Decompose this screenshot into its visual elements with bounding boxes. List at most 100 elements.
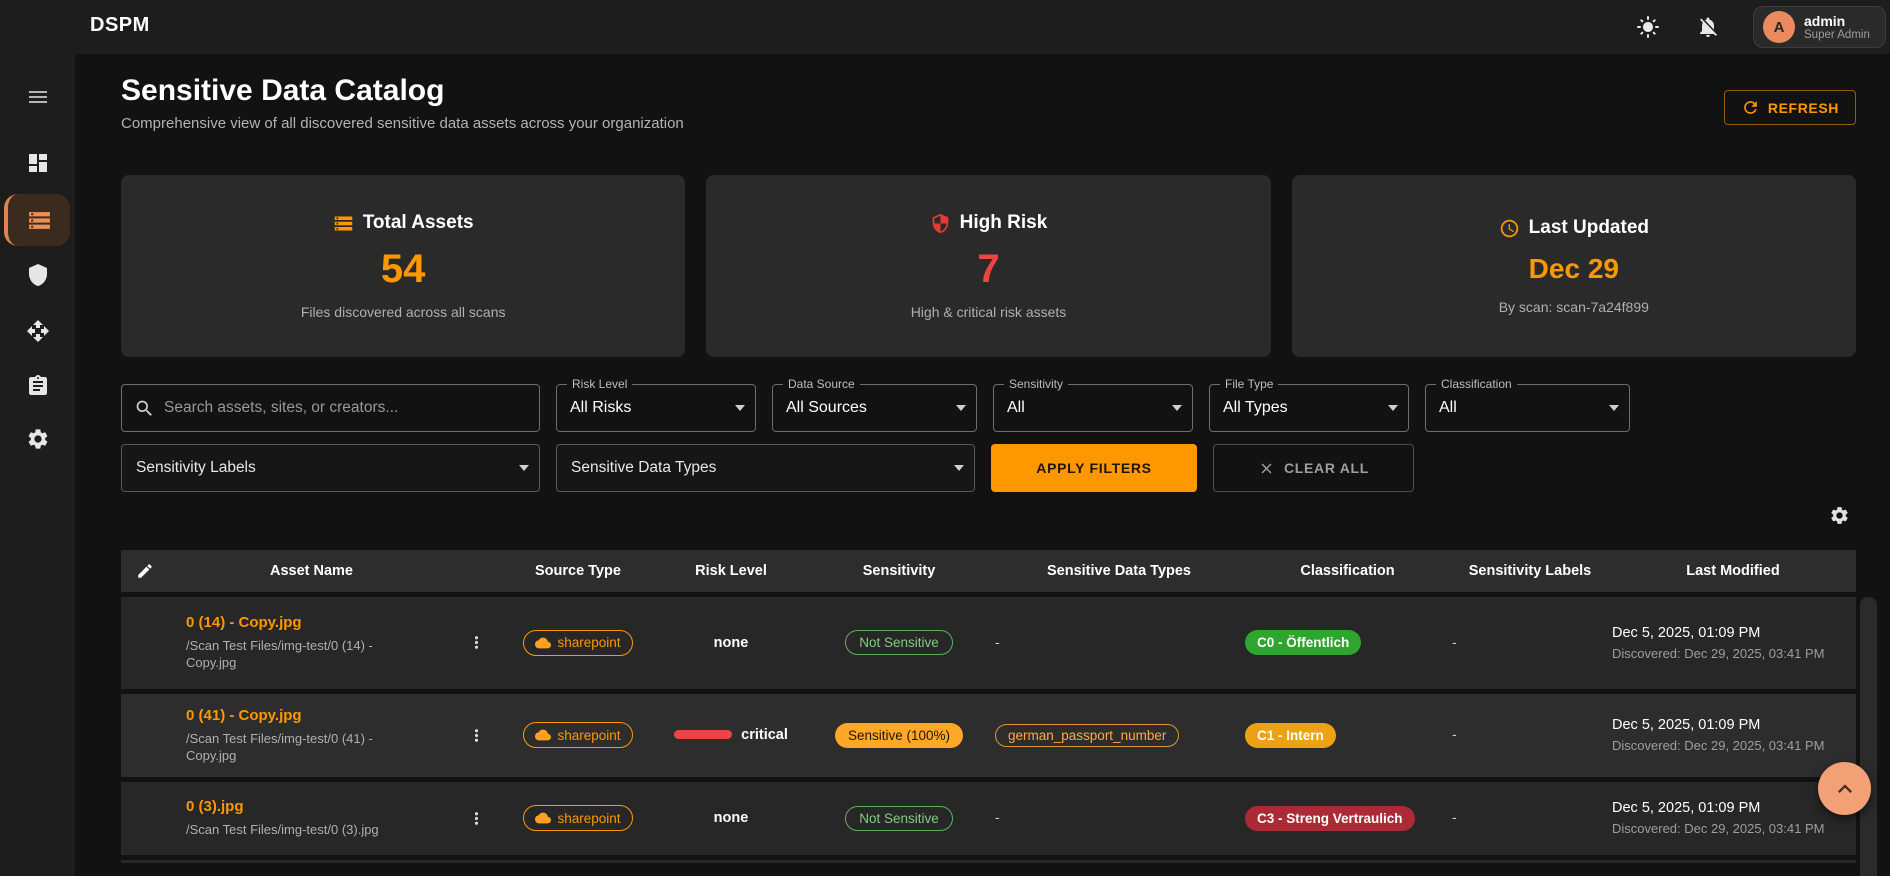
modified-date: Dec 5, 2025, 01:09 PM <box>1612 799 1856 817</box>
table-scrollbar[interactable] <box>1860 597 1877 876</box>
sensitive-data-types-select[interactable]: Sensitive Data Types <box>556 444 975 492</box>
more-vert-menu-button[interactable] <box>454 726 499 745</box>
column-header: Sensitivity <box>805 550 993 594</box>
user-role: Super Admin <box>1804 29 1870 42</box>
row-select-cell <box>121 594 169 691</box>
asset-name-link[interactable]: 0 (3).jpg <box>186 798 454 816</box>
more-vert-menu-button[interactable] <box>454 633 499 652</box>
stat-card-high-risk: High Risk 7 High & critical risk assets <box>706 175 1270 357</box>
row-menu-cell <box>454 779 499 857</box>
file-type-select[interactable]: File Type All Types <box>1209 384 1409 432</box>
data-type-chip: german_passport_number <box>995 724 1179 747</box>
page-header: Sensitive Data Catalog Comprehensive vie… <box>121 74 1856 133</box>
table-row: 0 (14) - Copy.jpg /Scan Test Files/img-t… <box>121 594 1856 691</box>
column-header: Last Modified <box>1610 550 1856 594</box>
cloud-icon <box>535 810 551 826</box>
sensitive-data-types-cell: german_passport_number <box>993 691 1245 779</box>
settings-icon <box>26 427 50 451</box>
chevron-down-icon <box>954 465 964 471</box>
apply-filters-button[interactable]: APPLY FILTERS <box>991 444 1197 492</box>
cloud-icon <box>535 635 551 651</box>
search-icon <box>134 398 155 419</box>
sensitivity-cell: Not Sensitive <box>805 779 993 857</box>
chevron-up-icon <box>1831 775 1859 803</box>
sidebar-item-dashboard[interactable] <box>0 149 75 177</box>
table-row: 0 (41) - Copy.jpg /Scan Test Files/img-t… <box>121 691 1856 779</box>
sensitivity-select[interactable]: Sensitivity All <box>993 384 1193 432</box>
clock-icon <box>1499 218 1520 239</box>
chevron-down-icon <box>1388 405 1398 411</box>
data-source-select[interactable]: Data Source All Sources <box>772 384 977 432</box>
stat-title: Total Assets <box>363 212 474 234</box>
discovered-date: Discovered: Dec 29, 2025, 03:41 PM <box>1612 738 1856 754</box>
risk-level-select[interactable]: Risk Level All Risks <box>556 384 756 432</box>
sidebar-item-data-flow[interactable] <box>0 317 75 345</box>
column-header: Sensitivity Labels <box>1450 550 1610 594</box>
source-type-chip: sharepoint <box>523 805 632 831</box>
notifications-off-icon <box>1696 15 1720 39</box>
stat-value: Dec 29 <box>1529 253 1619 285</box>
refresh-button[interactable]: REFRESH <box>1724 90 1856 125</box>
sensitivity-chip: Sensitive (100%) <box>835 723 963 748</box>
stat-title: High Risk <box>960 212 1048 234</box>
stat-card-total-assets: Total Assets 54 Files discovered across … <box>121 175 685 357</box>
close-icon <box>1258 460 1275 477</box>
catalog-storage-icon <box>27 208 52 233</box>
classification-select[interactable]: Classification All <box>1425 384 1630 432</box>
filter-row-primary: Risk Level All Risks Data Source All Sou… <box>121 384 1856 432</box>
page-title: Sensitive Data Catalog <box>121 74 684 108</box>
modified-date: Dec 5, 2025, 01:09 PM <box>1612 624 1856 642</box>
sidebar-item-reports[interactable] <box>0 372 75 400</box>
classification-cell: C3 - Streng Vertraulich <box>1245 779 1450 857</box>
asset-name-link[interactable]: 0 (41) - Copy.jpg <box>186 707 454 725</box>
sensitivity-labels-select[interactable]: Sensitivity Labels <box>121 444 540 492</box>
asset-path: /Scan Test Files/img-test/0 (14) - Copy.… <box>186 637 408 671</box>
main-content: Sensitive Data Catalog Comprehensive vie… <box>75 54 1890 876</box>
source-type-chip: sharepoint <box>523 630 632 656</box>
source-type-cell: sharepoint <box>499 691 657 779</box>
last-modified-cell: Dec 5, 2025, 01:09 PM Discovered: Dec 29… <box>1610 594 1856 691</box>
sidebar-item-catalog[interactable] <box>4 194 70 246</box>
chevron-down-icon <box>519 465 529 471</box>
stat-value: 54 <box>381 248 426 290</box>
labels-value: - <box>1452 634 1457 650</box>
move-icon <box>26 319 50 343</box>
data-type-chip: - <box>995 634 1000 650</box>
asset-path: /Scan Test Files/img-test/0 (41) - Copy.… <box>186 730 408 764</box>
table-settings-button[interactable] <box>1829 505 1850 529</box>
table-row: 0 (3).jpg /Scan Test Files/img-test/0 (3… <box>121 779 1856 857</box>
sidebar <box>0 0 75 876</box>
more-vert-menu-button[interactable] <box>454 809 499 828</box>
sensitivity-chip: Not Sensitive <box>845 806 953 831</box>
cloud-icon <box>535 727 551 743</box>
stat-caption: Files discovered across all scans <box>301 304 506 320</box>
asset-name-link[interactable]: 0 (14) - Copy.jpg <box>186 614 454 632</box>
user-name: admin <box>1804 13 1870 29</box>
refresh-icon <box>1741 98 1760 117</box>
risk-bar <box>674 730 732 739</box>
scroll-to-top-button[interactable] <box>1818 762 1871 815</box>
chevron-down-icon <box>956 405 966 411</box>
menu-toggle-button[interactable] <box>0 83 75 111</box>
classification-chip: C1 - Intern <box>1245 723 1336 748</box>
column-header: Sensitive Data Types <box>993 550 1245 594</box>
bulk-edit-header[interactable] <box>121 550 169 594</box>
notifications-button[interactable] <box>1694 13 1722 41</box>
search-input[interactable] <box>164 399 527 417</box>
user-menu[interactable]: A admin Super Admin <box>1753 6 1886 48</box>
sensitivity-cell: Sensitive (100%) <box>805 691 993 779</box>
column-header-spacer <box>454 550 499 594</box>
risk-label: critical <box>741 727 788 743</box>
theme-toggle-button[interactable] <box>1634 13 1662 41</box>
clear-all-button[interactable]: CLEAR ALL <box>1213 444 1414 492</box>
labels-value: - <box>1452 809 1457 825</box>
sidebar-item-settings[interactable] <box>0 425 75 453</box>
labels-value: - <box>1452 726 1457 742</box>
sensitivity-cell: Not Sensitive <box>805 594 993 691</box>
risk-label: none <box>714 635 749 651</box>
sidebar-item-security[interactable] <box>0 261 75 289</box>
asset-cell: 0 (3).jpg /Scan Test Files/img-test/0 (3… <box>169 779 454 857</box>
sensitive-data-types-cell: - <box>993 594 1245 691</box>
classification-chip: C0 - Öffentlich <box>1245 630 1361 655</box>
light-mode-icon <box>1636 15 1660 39</box>
